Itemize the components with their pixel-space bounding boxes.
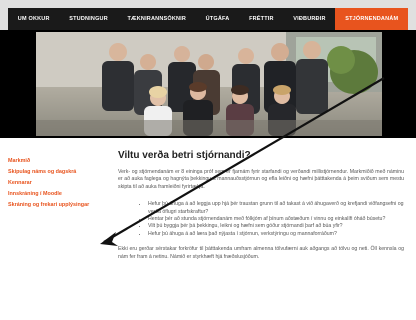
sidebar-menu: Markmið Skipulag náms og dagskrá Kennara…: [8, 156, 103, 211]
nav-item-um-okkur[interactable]: UM OKKUR: [8, 8, 59, 30]
sidebar-item-skipulag[interactable]: Skipulag náms og dagskrá: [8, 167, 103, 178]
list-item: Hefur þú áhuga á að læra það nýjasta í s…: [148, 231, 404, 238]
nav-item-taeknirannsoknir[interactable]: TÆKNIRANNSÓKNIR: [118, 8, 196, 30]
sidebar-item-kennarar[interactable]: Kennarar: [8, 178, 103, 189]
sidebar-item-skraning[interactable]: Skráning og frekari upplýsingar: [8, 200, 103, 211]
main-article: Viltu verða betri stjórnandi? Verk- og s…: [118, 150, 404, 261]
nav-item-frettir[interactable]: FRÉTTIR: [239, 8, 283, 30]
sidebar-item-markmid[interactable]: Markmið: [8, 156, 103, 167]
top-navigation: UM OKKUR STUDNINGUR TÆKNIRANNSÓKNIR ÚTGÁ…: [0, 0, 416, 30]
content-area: Markmið Skipulag náms og dagskrá Kennara…: [0, 138, 416, 320]
nav-bar: UM OKKUR STUDNINGUR TÆKNIRANNSÓKNIR ÚTGÁ…: [8, 8, 409, 30]
question-list: Hefur þú áhuga á að leggja upp hjá þér t…: [118, 201, 404, 238]
intro-paragraph: Verk- og stjórnendanám er 8 eininga próf…: [118, 169, 404, 190]
group-photo-illustration: [36, 32, 382, 136]
list-item: Vilt þú byggja þér þá þekkingu, leikni o…: [148, 223, 404, 230]
outro-paragraph: Ekki eru gerðar sérstakar forkröfur til …: [118, 246, 404, 260]
nav-item-utgafa[interactable]: ÚTGÁFA: [196, 8, 239, 30]
group-photo: [36, 32, 382, 136]
hero-banner: [0, 30, 416, 138]
list-item: Hefur þú áhuga á að leggja upp hjá þér t…: [148, 201, 404, 216]
sidebar-item-moodle[interactable]: Innskráning í Moodle: [8, 189, 103, 200]
nav-item-vidburdir[interactable]: VIÐBURÐIR: [283, 8, 335, 30]
nav-item-studningur[interactable]: STUDNINGUR: [59, 8, 117, 30]
nav-item-stjornendanam[interactable]: STJÓRNENDANÁM: [335, 8, 409, 30]
page-title: Viltu verða betri stjórnandi?: [118, 150, 251, 161]
